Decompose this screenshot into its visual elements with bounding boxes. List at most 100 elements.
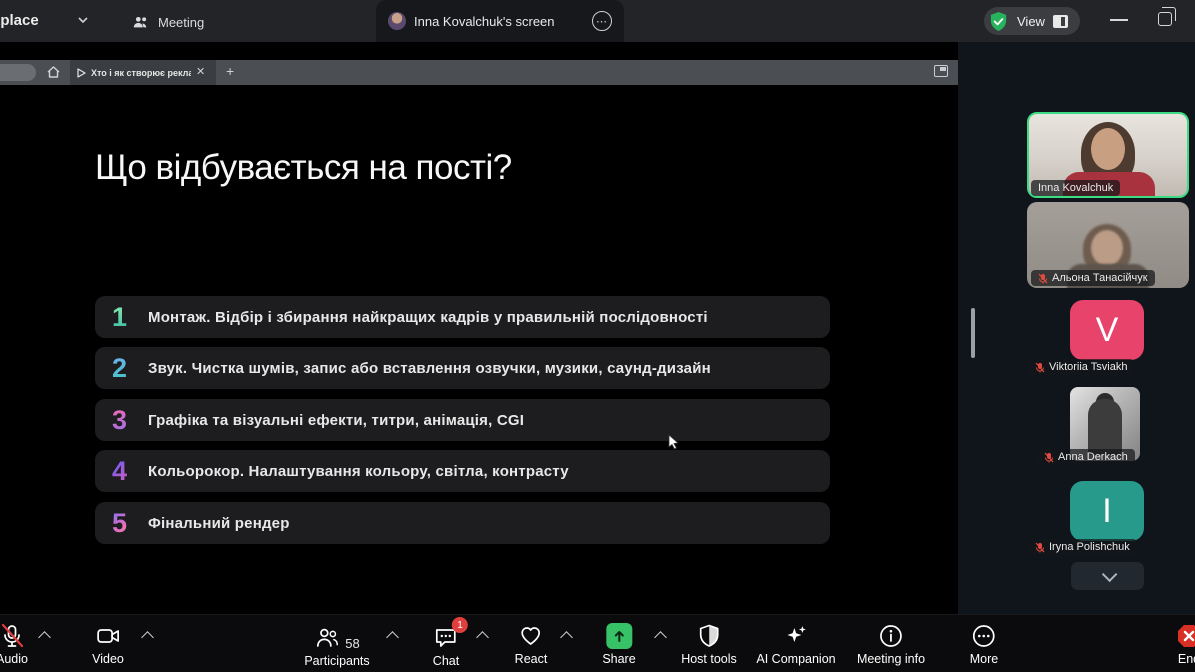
tab-shared-screen[interactable]: Inna Kovalchuk's screen ⋯ (376, 0, 624, 42)
ai-companion-button[interactable]: AI Companion (756, 623, 835, 666)
share-options-chevron[interactable] (654, 631, 667, 644)
participants-video-panel: Inna Kovalchuk Альона Танасійчук V Vikto… (958, 42, 1195, 614)
slide-title: Що відбувається на пості? (95, 148, 512, 188)
home-icon[interactable] (46, 65, 61, 79)
browser-tab-bar: Хто і як створює рекламу? - Ш ✕ + (0, 60, 958, 85)
video-label: Video (92, 652, 124, 666)
meeting-info-label: Meeting info (857, 652, 925, 666)
share-screen-icon (606, 623, 632, 649)
security-shield-icon (988, 11, 1009, 32)
meeting-toolbar: Audio Video 58 Participants 1 Chat R (0, 614, 1195, 672)
list-text: Графіка та візуальні ефекти, титри, анім… (148, 412, 524, 429)
audio-button[interactable]: Audio (0, 623, 28, 666)
participant-name-tag: Альона Танасійчук (1031, 270, 1155, 286)
participant-name-tag: Iryna Polishchuk (1028, 539, 1137, 555)
end-label: End (1178, 652, 1195, 666)
chat-unread-badge: 1 (452, 617, 468, 633)
muted-mic-icon (1035, 542, 1045, 553)
participant-name: Альона Танасійчук (1052, 272, 1148, 284)
chat-options-chevron[interactable] (476, 631, 489, 644)
video-button[interactable]: Video (92, 623, 124, 666)
tab-meeting-label: Meeting (158, 15, 204, 30)
participant-name-tag: Inna Kovalchuk (1031, 180, 1120, 196)
host-tools-button[interactable]: Host tools (681, 623, 737, 666)
view-label: View (1017, 14, 1045, 29)
video-options-chevron[interactable] (141, 631, 154, 644)
slide-list-item: 4 Кольорокор. Налаштування кольору, світ… (95, 450, 830, 492)
chat-label: Chat (433, 654, 459, 668)
list-number: 2 (112, 353, 138, 384)
muted-mic-icon (1044, 452, 1054, 463)
muted-mic-icon (1038, 273, 1048, 284)
react-options-chevron[interactable] (560, 631, 573, 644)
avatar-iryna-polishchuk[interactable]: I (1070, 481, 1144, 541)
end-call-icon (1176, 623, 1195, 649)
more-button[interactable]: More (970, 623, 998, 666)
close-tab-icon[interactable]: ✕ (196, 67, 205, 78)
tab-meeting[interactable]: Meeting (122, 8, 214, 36)
participant-name-tag: Viktoriia Tsviakh (1028, 359, 1134, 375)
workspace-label[interactable]: kplace (0, 12, 39, 29)
list-number: 5 (112, 508, 138, 539)
list-number: 1 (112, 302, 138, 333)
audio-label: Audio (0, 652, 28, 666)
share-label: Share (602, 652, 635, 666)
more-options-icon[interactable]: ⋯ (592, 11, 612, 31)
list-text: Фінальний рендер (148, 515, 290, 532)
minimize-button[interactable] (1110, 19, 1128, 21)
tab-shared-screen-label: Inna Kovalchuk's screen (414, 14, 555, 29)
participant-name: Viktoriia Tsviakh (1049, 361, 1127, 373)
list-text: Звук. Чистка шумів, запис або вставлення… (148, 360, 711, 377)
slide-list-item: 3 Графіка та візуальні ефекти, титри, ан… (95, 399, 830, 441)
view-button[interactable]: View (984, 7, 1080, 35)
new-tab-button[interactable]: + (226, 64, 234, 78)
panel-scrollbar[interactable] (971, 308, 975, 358)
share-button[interactable]: Share (602, 623, 635, 666)
sparkle-icon (783, 623, 809, 649)
participant-name: Anna Derkach (1058, 451, 1128, 463)
muted-mic-icon (1035, 362, 1045, 373)
collapse-panel-button[interactable] (1071, 562, 1144, 590)
restore-window-button[interactable] (1158, 12, 1172, 26)
react-button[interactable]: React (515, 623, 548, 666)
browser-tab-title: Хто і як створює рекламу? - Ш (91, 68, 191, 78)
list-number: 4 (112, 456, 138, 487)
avatar-initial: I (1102, 492, 1111, 531)
list-text: Кольорокор. Налаштування кольору, світла… (148, 463, 569, 480)
slide-list-item: 1 Монтаж. Відбір і збирання найкращих ка… (95, 296, 830, 338)
shared-screen-content: Хто і як створює рекламу? - Ш ✕ + Що від… (0, 42, 958, 614)
mouse-cursor (668, 434, 680, 450)
people-icon (132, 15, 150, 29)
list-text: Монтаж. Відбір і збирання найкращих кадр… (148, 309, 708, 326)
end-meeting-button[interactable]: End (1176, 623, 1195, 666)
chat-button[interactable]: 1 Chat (433, 623, 459, 668)
muted-mic-icon (0, 623, 25, 649)
chevron-down-icon (1102, 566, 1118, 582)
participant-name: Iryna Polishchuk (1049, 541, 1130, 553)
play-icon (76, 68, 86, 78)
camera-icon (95, 623, 121, 649)
participants-label: Participants (304, 654, 369, 668)
more-label: More (970, 652, 998, 666)
participant-name-tag: Anna Derkach (1037, 449, 1135, 465)
participants-icon (314, 625, 340, 651)
window-titlebar: kplace Meeting Inna Kovalchuk's screen ⋯… (0, 0, 1195, 42)
meeting-info-button[interactable]: Meeting info (857, 623, 925, 666)
view-layout-icon (1053, 15, 1068, 28)
avatar-viktoriia-tsviakh[interactable]: V (1070, 300, 1144, 360)
participants-button[interactable]: 58 Participants (304, 623, 369, 668)
list-number: 3 (112, 405, 138, 436)
shield-icon (696, 623, 722, 649)
chevron-down-icon[interactable] (78, 15, 88, 25)
avatar (388, 12, 406, 30)
info-icon (878, 623, 904, 649)
popout-window-icon[interactable] (934, 65, 948, 77)
participants-options-chevron[interactable] (386, 631, 399, 644)
browser-edge-control[interactable] (0, 64, 36, 81)
zoom-meeting-window: kplace Meeting Inna Kovalchuk's screen ⋯… (0, 0, 1195, 672)
browser-tab-active[interactable]: Хто і як створює рекламу? - Ш ✕ (70, 60, 216, 85)
ai-companion-label: AI Companion (756, 652, 835, 666)
avatar-initial: V (1096, 311, 1119, 350)
audio-options-chevron[interactable] (38, 631, 51, 644)
host-tools-label: Host tools (681, 652, 737, 666)
